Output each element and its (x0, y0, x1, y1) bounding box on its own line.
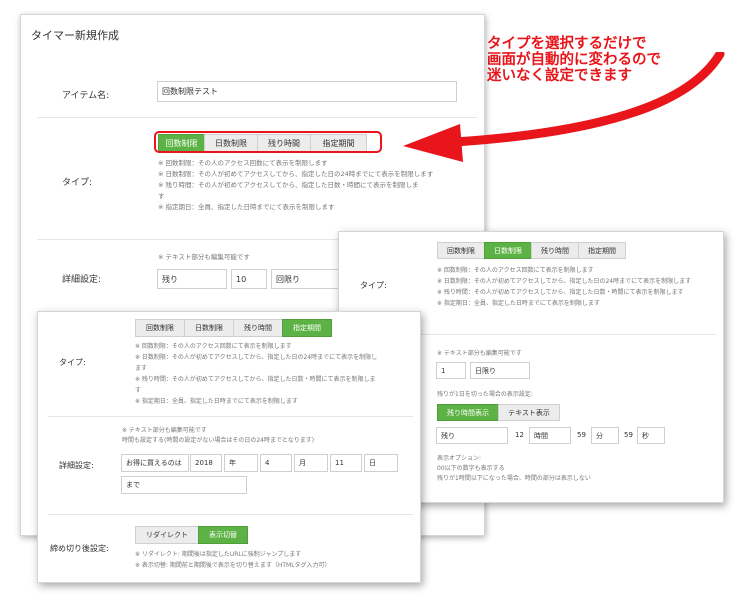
type-notes: ※ 回数制限：その人のアクセス回数にて表示を制限します ※ 日数制限：その人が初… (135, 343, 378, 405)
type-notes: ※ 回数制限：その人のアクセス回数にて表示を制限します ※ 日数制限：その人が初… (158, 159, 434, 211)
edit-note: ※ テキスト部分も編集可能です (437, 350, 522, 357)
remaining-display-button[interactable]: 残り時間表示 (437, 404, 499, 421)
type-label: タイプ: (62, 178, 93, 188)
month-unit-input[interactable]: 月 (294, 454, 328, 472)
day-unit-input[interactable]: 日 (364, 454, 398, 472)
remain-prefix-input[interactable]: 残り (436, 427, 508, 444)
type-selector-highlight (154, 131, 382, 153)
month-input[interactable]: 4 (260, 454, 292, 472)
callout-arrow (403, 52, 725, 162)
minutes-value: 59 (577, 431, 586, 439)
page-title: タイマー新規作成 (31, 29, 119, 42)
detail-label: 詳細設定: (59, 461, 94, 470)
type-selector: 回数制限 日数制限 残り時間 指定期間 (437, 242, 626, 259)
detail-note: ※ テキスト部分も編集可能です (158, 253, 250, 261)
type-count-button[interactable]: 回数制限 (437, 242, 485, 259)
type-notes: ※ 回数制限：その人のアクセス回数にて表示を制限します ※ 日数制限：その人が初… (437, 267, 692, 307)
hours-unit-input[interactable]: 時間 (529, 427, 571, 444)
type-label: タイプ: (360, 281, 387, 290)
type-selector: 回数制限 日数制限 残り時間 指定期間 (135, 319, 332, 337)
display-options: 表示オプション: 00以下の数字も表示する 残りが1時間以下になった場合、時間の… (437, 455, 591, 482)
detail-count-input[interactable]: 10 (231, 269, 267, 289)
seconds-unit-input[interactable]: 秒 (637, 427, 665, 444)
divider (48, 416, 413, 417)
under-one-day-note: 残りが1日を切った場合の表示設定: (437, 391, 533, 398)
display-switch-button[interactable]: 表示切替 (198, 526, 248, 544)
detail-prefix-input[interactable]: 残り (157, 269, 227, 289)
day-input[interactable]: 11 (330, 454, 362, 472)
divider (48, 514, 413, 515)
after-deadline-notes: ※ リダイレクト: 期間後は指定したURLに強制ジャンプします ※ 表示切替: … (135, 551, 331, 569)
type-days-button[interactable]: 日数制限 (484, 242, 532, 259)
type-remaining-button[interactable]: 残り時間 (531, 242, 579, 259)
detail-note: ※ テキスト部分も編集可能です 時間も設定する(時間の設定がない場合はその日の2… (122, 427, 315, 444)
days-input[interactable]: 1 (436, 362, 466, 379)
after-deadline-label: 締め切り後設定: (50, 544, 109, 553)
year-unit-input[interactable]: 年 (224, 454, 258, 472)
detail-suffix-input[interactable]: 回限り (271, 269, 341, 289)
display-toggle: 残り時間表示 テキスト表示 (437, 404, 560, 421)
days-suffix-input[interactable]: 日限り (470, 362, 530, 379)
item-name-value: 回数制限テスト (162, 87, 218, 96)
item-name-label: アイテム名: (62, 91, 110, 101)
type-days-button[interactable]: 日数制限 (184, 319, 234, 337)
callout-line-1: タイプを選択するだけで (487, 36, 647, 52)
hours-value: 12 (515, 431, 524, 439)
text-display-button[interactable]: テキスト表示 (498, 404, 560, 421)
detail-label: 詳細設定: (62, 275, 102, 285)
redirect-button[interactable]: リダイレクト (135, 526, 199, 544)
after-deadline-toggle: リダイレクト 表示切替 (135, 526, 248, 544)
type-period-button[interactable]: 指定期間 (578, 242, 626, 259)
seconds-value: 59 (624, 431, 633, 439)
type-remaining-button[interactable]: 残り時間 (233, 319, 283, 337)
type-period-button[interactable]: 指定期間 (282, 319, 332, 337)
year-input[interactable]: 2018 (190, 454, 222, 472)
type-count-button[interactable]: 回数制限 (135, 319, 185, 337)
minutes-unit-input[interactable]: 分 (591, 427, 619, 444)
period-panel: タイプ: 回数制限 日数制限 残り時間 指定期間 ※ 回数制限：その人のアクセス… (37, 311, 421, 583)
suffix-input[interactable]: まで (121, 476, 247, 494)
prefix-input[interactable]: お得に買えるのは (121, 454, 189, 472)
type-label: タイプ: (59, 358, 86, 367)
